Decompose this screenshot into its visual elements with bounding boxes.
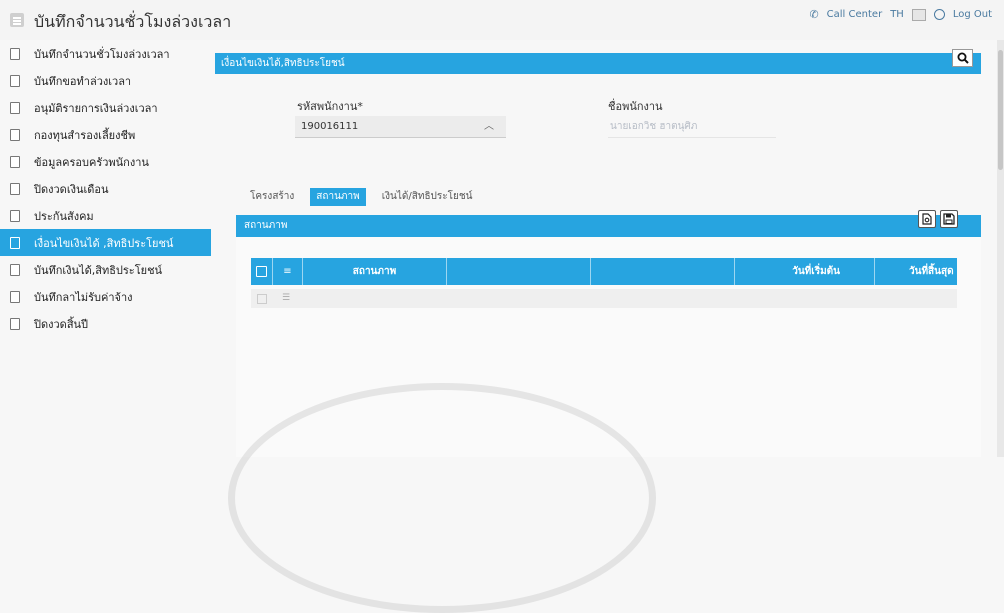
row-checkbox[interactable] <box>257 294 267 304</box>
header-actions: ✆ Call Center TH Log Out <box>809 8 992 21</box>
checkbox-icon <box>256 265 267 277</box>
row-menu-icon[interactable]: ≡ <box>273 258 303 285</box>
scrollbar[interactable] <box>997 40 1004 457</box>
search-icon <box>957 52 969 64</box>
sidebar-item-ot-hours[interactable]: บันทึกจำนวนชั่วโมงล่วงเวลา <box>0 40 211 67</box>
sidebar-item-unpaid-leave[interactable]: บันทึกลาไม่รับค่าจ้าง <box>0 283 211 310</box>
sidebar-item-ot-request[interactable]: บันทึกขอทำล่วงเวลา <box>0 67 211 94</box>
column-header-start-date[interactable]: วันที่เริ่มต้น <box>735 258 875 285</box>
sidebar-item-label: ปิดงวดเงินเดือน <box>34 182 109 196</box>
sidebar-item-label: อนุมัติรายการเงินล่วงเวลา <box>34 101 158 115</box>
sidebar-item-label: บันทึกเงินได้,สิทธิประโยชน์ <box>34 263 163 277</box>
employee-code-value: 190016111 <box>301 121 359 132</box>
sidebar-item-label: บันทึกขอทำล่วงเวลา <box>34 74 132 88</box>
tab-bar: โครงสร้าง สถานภาพ เงินได้/สิทธิประโยชน์ <box>244 188 479 206</box>
sidebar-item-close-payroll[interactable]: ปิดงวดเงินเดือน <box>0 175 211 202</box>
sidebar-item-label: ปิดงวดสิ้นปี <box>34 317 89 331</box>
document-icon <box>10 236 20 249</box>
sidebar-item-label: ข้อมูลครอบครัวพนักงาน <box>34 155 149 169</box>
document-icon <box>10 290 20 303</box>
section-header: สถานภาพ <box>236 215 981 237</box>
column-header-end-date[interactable]: วันที่สิ้นสุด <box>875 258 957 285</box>
sidebar-item-close-year[interactable]: ปิดงวดสิ้นปี <box>0 310 211 337</box>
select-all-checkbox[interactable] <box>251 258 273 285</box>
save-icon <box>943 213 955 225</box>
logout-icon[interactable] <box>933 9 945 20</box>
phone-icon[interactable]: ✆ <box>809 8 818 21</box>
document-icon <box>10 101 20 114</box>
column-header-blank-1[interactable] <box>447 258 591 285</box>
sidebar-item-employee-family[interactable]: ข้อมูลครอบครัวพนักงาน <box>0 148 211 175</box>
page-title: บันทึกจำนวนชั่วโมงล่วงเวลา <box>34 12 232 31</box>
tab-status[interactable]: สถานภาพ <box>310 188 366 206</box>
flag-icon[interactable] <box>911 8 926 21</box>
hamburger-menu-icon[interactable] <box>10 13 24 27</box>
column-header-blank-2[interactable] <box>591 258 735 285</box>
document-icon <box>10 317 20 330</box>
tab-income-benefits[interactable]: เงินได้/สิทธิประโยชน์ <box>376 188 479 206</box>
sidebar-item-provident-fund[interactable]: กองทุนสำรองเลี้ยงชีพ <box>0 121 211 148</box>
logout-link[interactable]: Log Out <box>953 9 992 20</box>
table-row[interactable]: ☰ <box>251 289 957 308</box>
panel-header: เงื่อนไขเงินได้,สิทธิประโยชน์ <box>215 53 981 74</box>
employee-name-label: ชื่อพนักงาน <box>608 100 663 113</box>
sidebar-item-label: บันทึกลาไม่รับค่าจ้าง <box>34 290 133 304</box>
sidebar: บันทึกจำนวนชั่วโมงล่วงเวลา บันทึกขอทำล่ว… <box>0 40 211 457</box>
sidebar-item-social-security[interactable]: ประกันสังคม <box>0 202 211 229</box>
document-icon <box>10 182 20 195</box>
sidebar-item-ot-approve[interactable]: อนุมัติรายการเงินล่วงเวลา <box>0 94 211 121</box>
chevron-down-icon[interactable]: ︿ <box>484 116 494 138</box>
top-bar: บันทึกจำนวนชั่วโมงล่วงเวลา ✆ Call Center… <box>0 0 1004 40</box>
search-button[interactable] <box>952 49 973 67</box>
call-center-link[interactable]: Call Center <box>827 9 883 20</box>
row-menu-icon[interactable]: ☰ <box>282 293 290 303</box>
file-search-icon <box>922 213 932 225</box>
sidebar-item-label: บันทึกจำนวนชั่วโมงล่วงเวลา <box>34 47 170 61</box>
document-icon <box>10 263 20 276</box>
grid-header: ≡ สถานภาพ วันที่เริ่มต้น วันที่สิ้นสุด <box>251 258 957 285</box>
column-header-status[interactable]: สถานภาพ <box>303 258 447 285</box>
document-icon <box>10 47 20 60</box>
document-icon <box>10 155 20 168</box>
export-button[interactable] <box>918 210 936 228</box>
language-label[interactable]: TH <box>890 9 904 20</box>
sidebar-item-label: ประกันสังคม <box>34 209 94 223</box>
scrollbar-thumb[interactable] <box>998 50 1003 170</box>
sidebar-item-income-records[interactable]: บันทึกเงินได้,สิทธิประโยชน์ <box>0 256 211 283</box>
document-icon <box>10 128 20 141</box>
document-icon <box>10 74 20 87</box>
document-icon <box>10 209 20 222</box>
employee-name-field: นายเอกวิช ฮาตนุศิภ <box>608 116 776 138</box>
employee-code-label: รหัสพนักงาน* <box>297 100 363 113</box>
tab-structure[interactable]: โครงสร้าง <box>244 188 300 206</box>
sidebar-item-label: กองทุนสำรองเลี้ยงชีพ <box>34 128 136 142</box>
sidebar-item-label: เงื่อนไขเงินได้ ,สิทธิประโยชน์ <box>34 236 174 250</box>
watermark-seal <box>228 383 656 613</box>
save-button[interactable] <box>940 210 958 228</box>
employee-code-select[interactable]: 190016111 ︿ <box>295 116 506 138</box>
sidebar-item-income-conditions[interactable]: เงื่อนไขเงินได้ ,สิทธิประโยชน์ <box>0 229 211 256</box>
